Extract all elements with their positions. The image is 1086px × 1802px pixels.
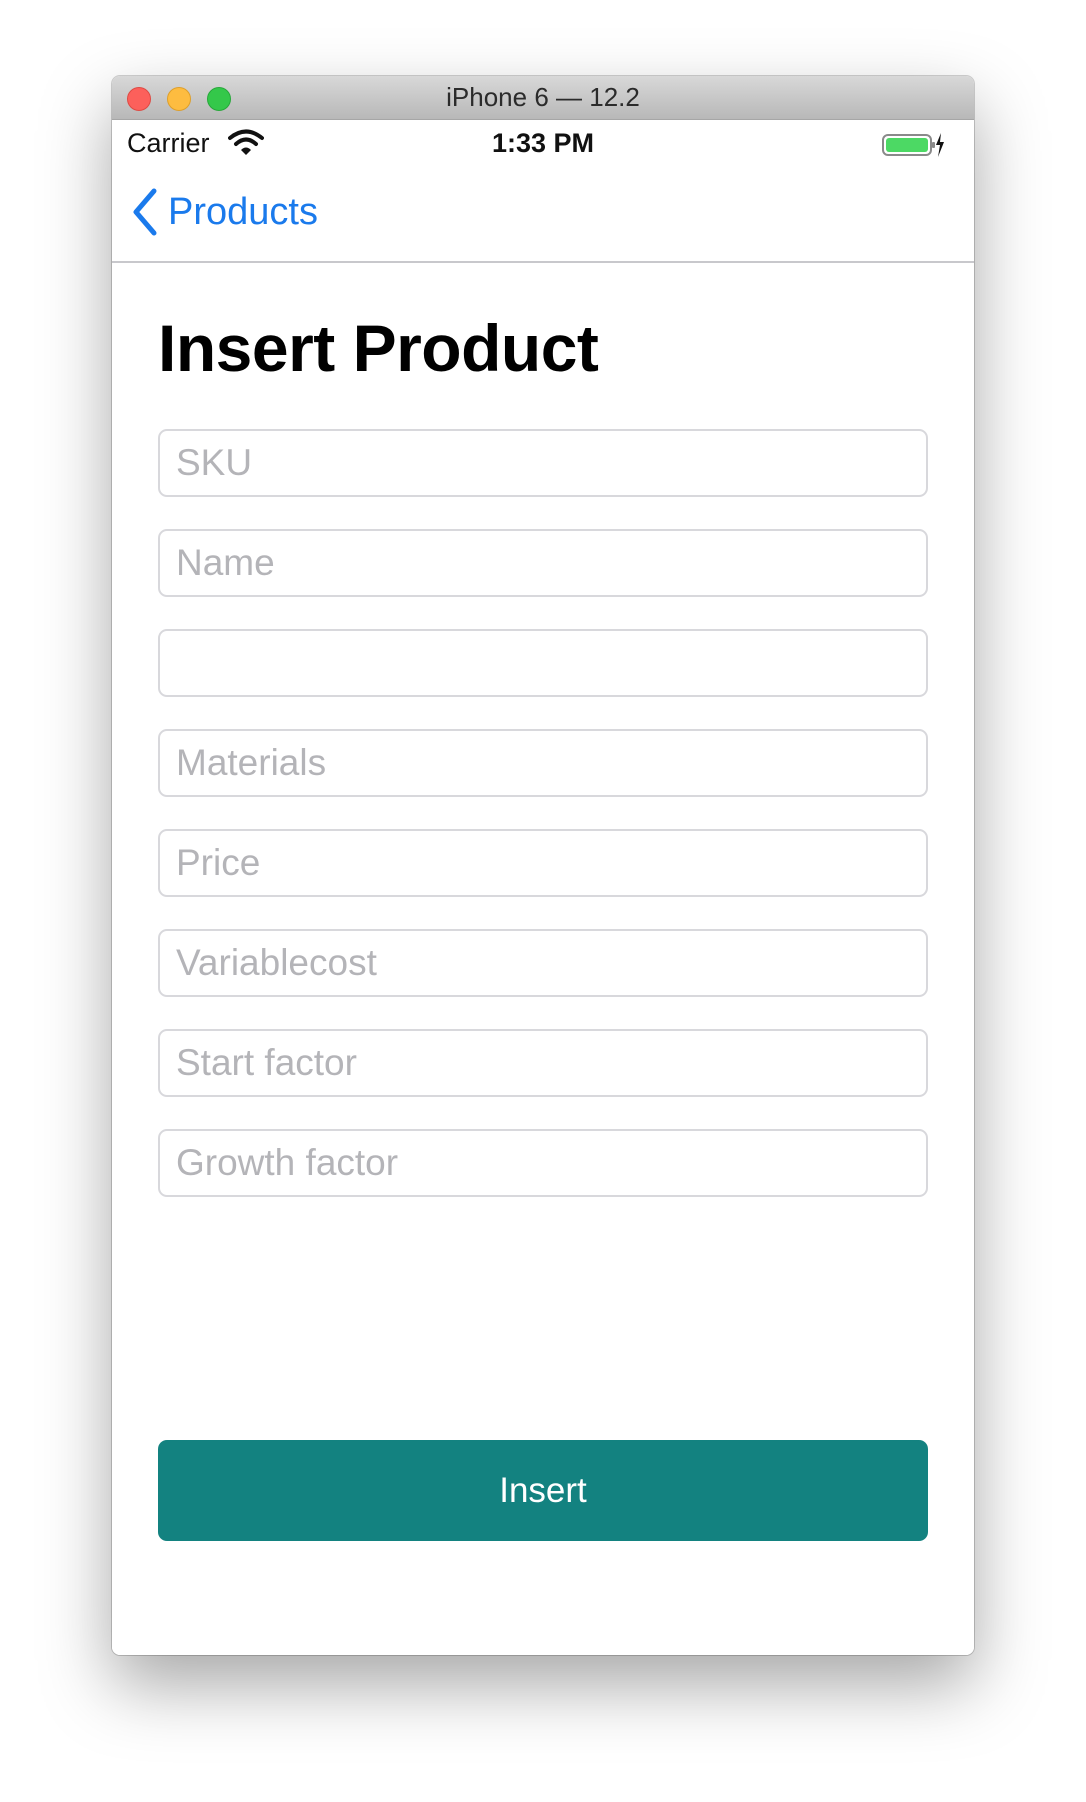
variablecost-input[interactable]: [158, 929, 928, 997]
navigation-bar: Products: [112, 170, 974, 263]
back-button[interactable]: Products: [130, 182, 318, 242]
status-time: 1:33 PM: [491, 128, 595, 158]
name-input[interactable]: [158, 529, 928, 597]
simulator-window: iPhone 6 — 12.2 Carrier 1:33 PM Products…: [112, 76, 974, 1655]
start-factor-input[interactable]: [158, 1029, 928, 1097]
page-title: Insert Product: [158, 311, 599, 385]
price-input[interactable]: [158, 829, 928, 897]
window-title: iPhone 6 — 12.2: [446, 82, 640, 112]
back-button-label: Products: [168, 190, 318, 233]
sku-input[interactable]: [158, 429, 928, 497]
insert-button[interactable]: Insert: [158, 1440, 928, 1541]
growth-factor-input[interactable]: [158, 1129, 928, 1197]
device-screen: Carrier 1:33 PM Products Insert Product …: [112, 120, 974, 1655]
materials-input[interactable]: [158, 729, 928, 797]
status-bar: Carrier 1:33 PM: [112, 120, 974, 170]
unlabeled-input[interactable]: [158, 629, 928, 697]
window-titlebar: iPhone 6 — 12.2: [112, 76, 974, 120]
chevron-left-icon: [133, 188, 157, 236]
battery-charging-icon: [882, 133, 944, 157]
